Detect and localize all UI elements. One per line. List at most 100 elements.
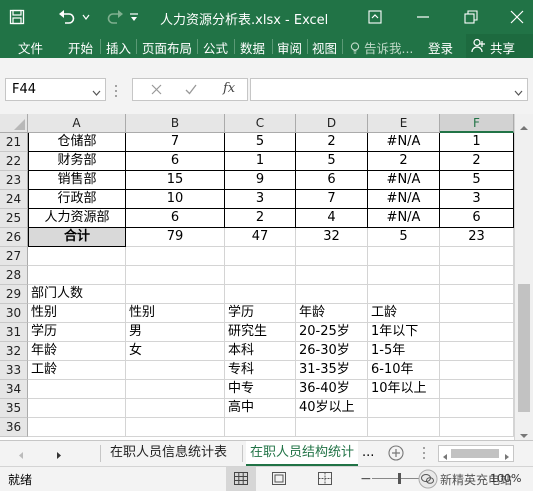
row-header[interactable]: 28 bbox=[0, 266, 28, 285]
cell[interactable]: 性别 bbox=[126, 304, 225, 323]
cell[interactable]: 学历 bbox=[225, 304, 296, 323]
cell[interactable]: 36-40岁 bbox=[296, 380, 368, 399]
cell-value[interactable]: #N/A bbox=[368, 171, 440, 190]
share-button[interactable]: 共享 bbox=[466, 34, 533, 58]
tab-data[interactable]: 数据 bbox=[240, 38, 265, 57]
scroll-up-icon[interactable] bbox=[519, 120, 529, 134]
cell[interactable]: 性别 bbox=[28, 304, 126, 323]
cell[interactable] bbox=[28, 380, 126, 399]
column-header-a[interactable]: A bbox=[28, 114, 126, 133]
cell-value[interactable]: 2 bbox=[296, 133, 368, 152]
sheet-tab-active[interactable]: 在职人员结构统计 bbox=[246, 441, 358, 466]
cell[interactable]: 40岁以上 bbox=[296, 399, 368, 418]
cell[interactable] bbox=[126, 361, 225, 380]
close-icon[interactable] bbox=[504, 4, 530, 30]
cell[interactable] bbox=[296, 247, 368, 266]
row-header[interactable]: 22 bbox=[0, 152, 28, 171]
cell[interactable]: 31-35岁 bbox=[296, 361, 368, 380]
scroll-right-icon[interactable] bbox=[504, 450, 510, 464]
cell-value[interactable]: #N/A bbox=[368, 190, 440, 209]
cell[interactable] bbox=[440, 247, 514, 266]
row-header[interactable]: 26 bbox=[0, 228, 28, 247]
cell-total-value[interactable]: 32 bbox=[296, 228, 368, 247]
cell-value[interactable]: 2 bbox=[368, 152, 440, 171]
login-link[interactable]: 登录 bbox=[428, 38, 453, 57]
sheet-tab[interactable]: 在职人员信息统计表 bbox=[110, 441, 240, 466]
undo-dropdown-icon[interactable] bbox=[78, 4, 94, 30]
tab-page-layout[interactable]: 页面布局 bbox=[142, 38, 192, 57]
cell-total-value[interactable]: 5 bbox=[368, 228, 440, 247]
prev-sheet-icon[interactable] bbox=[18, 449, 24, 463]
cell[interactable] bbox=[28, 266, 126, 285]
cell[interactable]: 工龄 bbox=[28, 361, 126, 380]
cell[interactable]: 年龄 bbox=[28, 342, 126, 361]
vertical-scrollbar[interactable] bbox=[514, 114, 533, 440]
column-header-c[interactable]: C bbox=[225, 114, 296, 133]
undo-icon[interactable] bbox=[54, 4, 80, 30]
cell-value[interactable]: 7 bbox=[296, 190, 368, 209]
cell[interactable] bbox=[126, 266, 225, 285]
tell-me-box[interactable]: 告诉我... bbox=[350, 38, 413, 57]
scroll-thumb[interactable] bbox=[518, 284, 530, 412]
cell-value[interactable]: 7 bbox=[126, 133, 225, 152]
column-header-e[interactable]: E bbox=[368, 114, 440, 133]
cell[interactable] bbox=[440, 285, 514, 304]
column-header-f[interactable]: F bbox=[440, 114, 514, 133]
row-header[interactable]: 36 bbox=[0, 418, 28, 437]
select-all-corner[interactable] bbox=[0, 114, 28, 133]
cell-value[interactable]: 3 bbox=[440, 190, 514, 209]
cell[interactable]: 1年以下 bbox=[368, 323, 440, 342]
page-break-icon[interactable] bbox=[318, 472, 332, 488]
ribbon-display-icon[interactable] bbox=[362, 4, 388, 30]
insert-function-icon[interactable]: fx bbox=[223, 81, 235, 96]
cell[interactable] bbox=[368, 399, 440, 418]
cell[interactable] bbox=[440, 304, 514, 323]
cell[interactable]: 6-10年 bbox=[368, 361, 440, 380]
tab-insert[interactable]: 插入 bbox=[106, 38, 131, 57]
cell[interactable] bbox=[126, 247, 225, 266]
cell[interactable]: 本科 bbox=[225, 342, 296, 361]
cell-total-label[interactable]: 合计 bbox=[28, 228, 126, 247]
cell-value[interactable]: 6 bbox=[296, 171, 368, 190]
cell[interactable] bbox=[28, 247, 126, 266]
restore-icon[interactable] bbox=[458, 4, 484, 30]
cell[interactable] bbox=[225, 247, 296, 266]
cell-value[interactable]: 3 bbox=[225, 190, 296, 209]
redo-icon[interactable] bbox=[102, 4, 128, 30]
more-sheets[interactable]: ... bbox=[362, 445, 374, 460]
cell-dept-name[interactable]: 人力资源部 bbox=[28, 209, 126, 228]
row-header[interactable]: 21 bbox=[0, 133, 28, 152]
cell-value[interactable]: 2 bbox=[225, 209, 296, 228]
cell[interactable] bbox=[368, 285, 440, 304]
formula-input[interactable] bbox=[250, 78, 528, 101]
cell-dept-name[interactable]: 财务部 bbox=[28, 152, 126, 171]
cell-value[interactable]: 6 bbox=[440, 209, 514, 228]
cell[interactable]: 学历 bbox=[28, 323, 126, 342]
cell-dept-name[interactable]: 行政部 bbox=[28, 190, 126, 209]
tab-review[interactable]: 审阅 bbox=[277, 38, 302, 57]
cell-value[interactable]: 15 bbox=[126, 171, 225, 190]
cell[interactable] bbox=[440, 323, 514, 342]
cell-value[interactable]: 9 bbox=[225, 171, 296, 190]
cell[interactable] bbox=[126, 285, 225, 304]
expand-formula-icon[interactable] bbox=[514, 85, 523, 99]
cell[interactable] bbox=[225, 266, 296, 285]
cell[interactable]: 专科 bbox=[225, 361, 296, 380]
column-header-b[interactable]: B bbox=[126, 114, 225, 133]
cell[interactable]: 26-30岁 bbox=[296, 342, 368, 361]
horizontal-scrollbar[interactable] bbox=[438, 445, 514, 462]
scroll-left-icon[interactable] bbox=[442, 450, 448, 464]
cell[interactable] bbox=[126, 418, 225, 437]
cell-value[interactable]: 5 bbox=[225, 133, 296, 152]
cell[interactable]: 高中 bbox=[225, 399, 296, 418]
cell[interactable]: 工龄 bbox=[368, 304, 440, 323]
tab-view[interactable]: 视图 bbox=[312, 38, 337, 57]
enter-check-icon[interactable] bbox=[185, 84, 197, 98]
row-header[interactable]: 31 bbox=[0, 323, 28, 342]
cell-value[interactable]: 2 bbox=[440, 152, 514, 171]
cell-value[interactable]: #N/A bbox=[368, 209, 440, 228]
row-header[interactable]: 25 bbox=[0, 209, 28, 228]
zoom-level[interactable]: 100% bbox=[490, 472, 521, 485]
tab-home[interactable]: 开始 bbox=[68, 38, 93, 57]
cell[interactable] bbox=[368, 247, 440, 266]
